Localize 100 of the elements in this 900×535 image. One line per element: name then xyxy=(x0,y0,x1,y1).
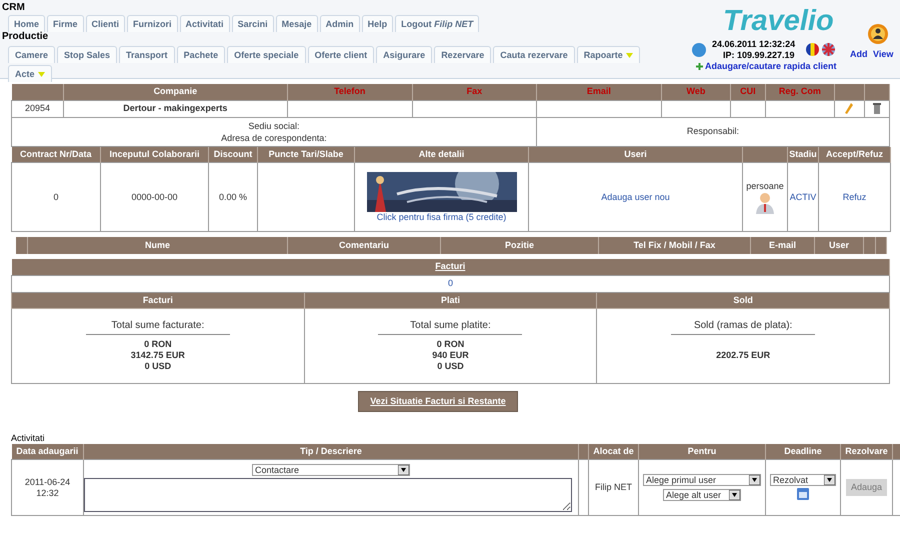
column-header: Companie xyxy=(154,86,198,96)
deadline-select[interactable]: Rezolvat xyxy=(770,474,836,486)
summary-label: Sold (ramas de plata): xyxy=(692,320,794,330)
nav-tab[interactable]: Clienti xyxy=(86,15,126,32)
nav-tab[interactable]: Activitati xyxy=(180,15,230,32)
responsible-label: Responsabil: xyxy=(686,126,739,136)
column-header: Data adaugarii xyxy=(16,446,78,456)
column-header: Puncte Tari/Slabe xyxy=(268,148,344,159)
column-header: Fax xyxy=(466,86,482,96)
address-label: Sediu social: xyxy=(247,120,300,132)
type-select[interactable]: Contactare xyxy=(252,464,410,476)
dropdown-arrow-icon xyxy=(398,465,409,475)
sub-tab[interactable]: Pachete xyxy=(176,46,226,63)
column-header: Plati xyxy=(440,294,460,304)
logo: Travelio xyxy=(723,4,834,38)
calendar-icon[interactable] xyxy=(797,488,809,500)
nav-tab[interactable]: Mesaje xyxy=(276,15,318,32)
company-name: Dertour - makingexperts xyxy=(123,103,228,113)
column-header: Rezolvare xyxy=(845,446,888,456)
column-header: Nume xyxy=(144,240,170,250)
quick-add-label[interactable]: Adaugare/cautare rapida client xyxy=(705,61,837,72)
nav-tab[interactable]: Firme xyxy=(47,15,84,32)
assigned-by: Filip NET xyxy=(594,482,632,492)
column-header: E-mail xyxy=(768,240,796,250)
column-header: Alte detalii xyxy=(418,148,464,159)
user-select[interactable]: Alege alt user xyxy=(663,489,741,501)
flag-icon xyxy=(806,43,819,56)
table-cell: 0 xyxy=(53,192,58,202)
section-title: Productie xyxy=(2,31,48,42)
dropdown-arrow-icon xyxy=(626,52,633,58)
nav-tab[interactable]: Logout Filip NET xyxy=(395,15,480,32)
nav-tab[interactable]: Sarcini xyxy=(232,15,274,32)
description-field[interactable] xyxy=(84,478,572,512)
table-cell: 0000-00-00 xyxy=(131,192,178,202)
nav-tab[interactable]: Help xyxy=(362,15,394,32)
add-user-link[interactable]: Adauga user nou xyxy=(601,192,670,202)
nav-tab[interactable]: Home xyxy=(8,15,46,32)
summary-label: Total sume platite: xyxy=(409,320,492,330)
amount: 0 USD xyxy=(144,360,172,372)
sub-tab[interactable]: Asigurare xyxy=(376,46,432,63)
company-sheet-link[interactable]: Click pentru fisa firma (5 credite) xyxy=(376,212,506,222)
column-header: Web xyxy=(686,86,706,96)
add-link[interactable]: Add xyxy=(850,49,868,60)
invoice-status-button[interactable]: Vezi Situatie Facturi si Restante xyxy=(358,390,518,412)
sub-tab[interactable]: Rapoarte xyxy=(576,46,640,63)
ip-address: IP: 109.99.227.19 xyxy=(723,50,795,61)
dropdown-arrow-icon xyxy=(729,490,740,500)
view-link[interactable]: View xyxy=(873,49,894,60)
sub-tab[interactable]: Rezervare xyxy=(434,46,492,63)
column-header: Comentariu xyxy=(338,240,389,250)
column-header: Useri xyxy=(624,148,647,159)
column-header: Email xyxy=(586,86,611,96)
dropdown-arrow-icon xyxy=(38,72,45,76)
sub-tab[interactable]: Transport xyxy=(119,46,175,63)
column-header: Facturi xyxy=(142,294,173,304)
column-header: Pozitie xyxy=(504,240,534,250)
dropdown-arrow-icon xyxy=(749,475,760,485)
person-icon[interactable] xyxy=(755,192,775,214)
column-header: CUI xyxy=(740,86,756,96)
address-label: Adresa de corespondenta: xyxy=(220,132,328,144)
status-link[interactable]: ACTIV xyxy=(790,192,816,202)
sub-tab[interactable]: Acte xyxy=(8,65,52,82)
column-header: Deadline xyxy=(784,446,822,456)
table-cell: 20954 xyxy=(24,103,50,113)
column-header: Sold xyxy=(733,294,753,304)
amount: 2202.75 EUR xyxy=(715,350,772,360)
column-header: Pentru xyxy=(688,446,716,456)
table-cell: 0.00 % xyxy=(218,192,248,202)
nav-tab[interactable]: Admin xyxy=(320,15,360,32)
column-header: Telefon xyxy=(334,86,366,96)
amount: 0 USD xyxy=(436,360,465,372)
sub-tab[interactable]: Stop Sales xyxy=(57,46,118,63)
column-header: User xyxy=(828,240,849,250)
date-added: 2011-06-24 xyxy=(24,476,72,488)
sub-tab[interactable]: Camere xyxy=(8,46,56,63)
nav-tab[interactable]: Furnizori xyxy=(127,15,178,32)
refuse-link[interactable]: Refuz xyxy=(842,192,866,202)
dropdown-arrow-icon xyxy=(824,475,835,485)
plus-icon xyxy=(696,63,703,70)
column-header: Tel Fix / Mobil / Fax xyxy=(634,240,716,250)
column-header: Tip / Descriere xyxy=(300,446,362,456)
invoices-link[interactable]: Facturi xyxy=(435,261,466,272)
invoice-count-link[interactable]: 0 xyxy=(448,278,453,288)
sub-tab[interactable]: Cauta rezervare xyxy=(493,46,575,63)
column-header: Inceputul Colaborarii xyxy=(109,148,200,159)
sub-tab[interactable]: Oferte speciale xyxy=(227,46,306,63)
amount: 0 RON xyxy=(436,338,466,350)
column-header: Contract Nr/Data xyxy=(20,148,92,159)
trash-icon[interactable] xyxy=(872,103,881,114)
time-added: 12:32 xyxy=(35,488,60,498)
sub-tab[interactable]: Oferte client xyxy=(308,46,374,63)
date-time: 24.06.2011 12:32:24 xyxy=(712,39,796,50)
column-header: Discount xyxy=(214,148,252,159)
column-header: Accept/Refuz xyxy=(826,148,883,159)
user-select[interactable]: Alege primul user xyxy=(643,474,761,486)
amount: 0 RON xyxy=(143,338,173,350)
persons-label: persoane xyxy=(745,180,785,192)
column-header: Alocat de xyxy=(593,446,634,456)
flag-icon xyxy=(822,43,835,56)
amount: 3142.75 EUR xyxy=(130,350,186,360)
